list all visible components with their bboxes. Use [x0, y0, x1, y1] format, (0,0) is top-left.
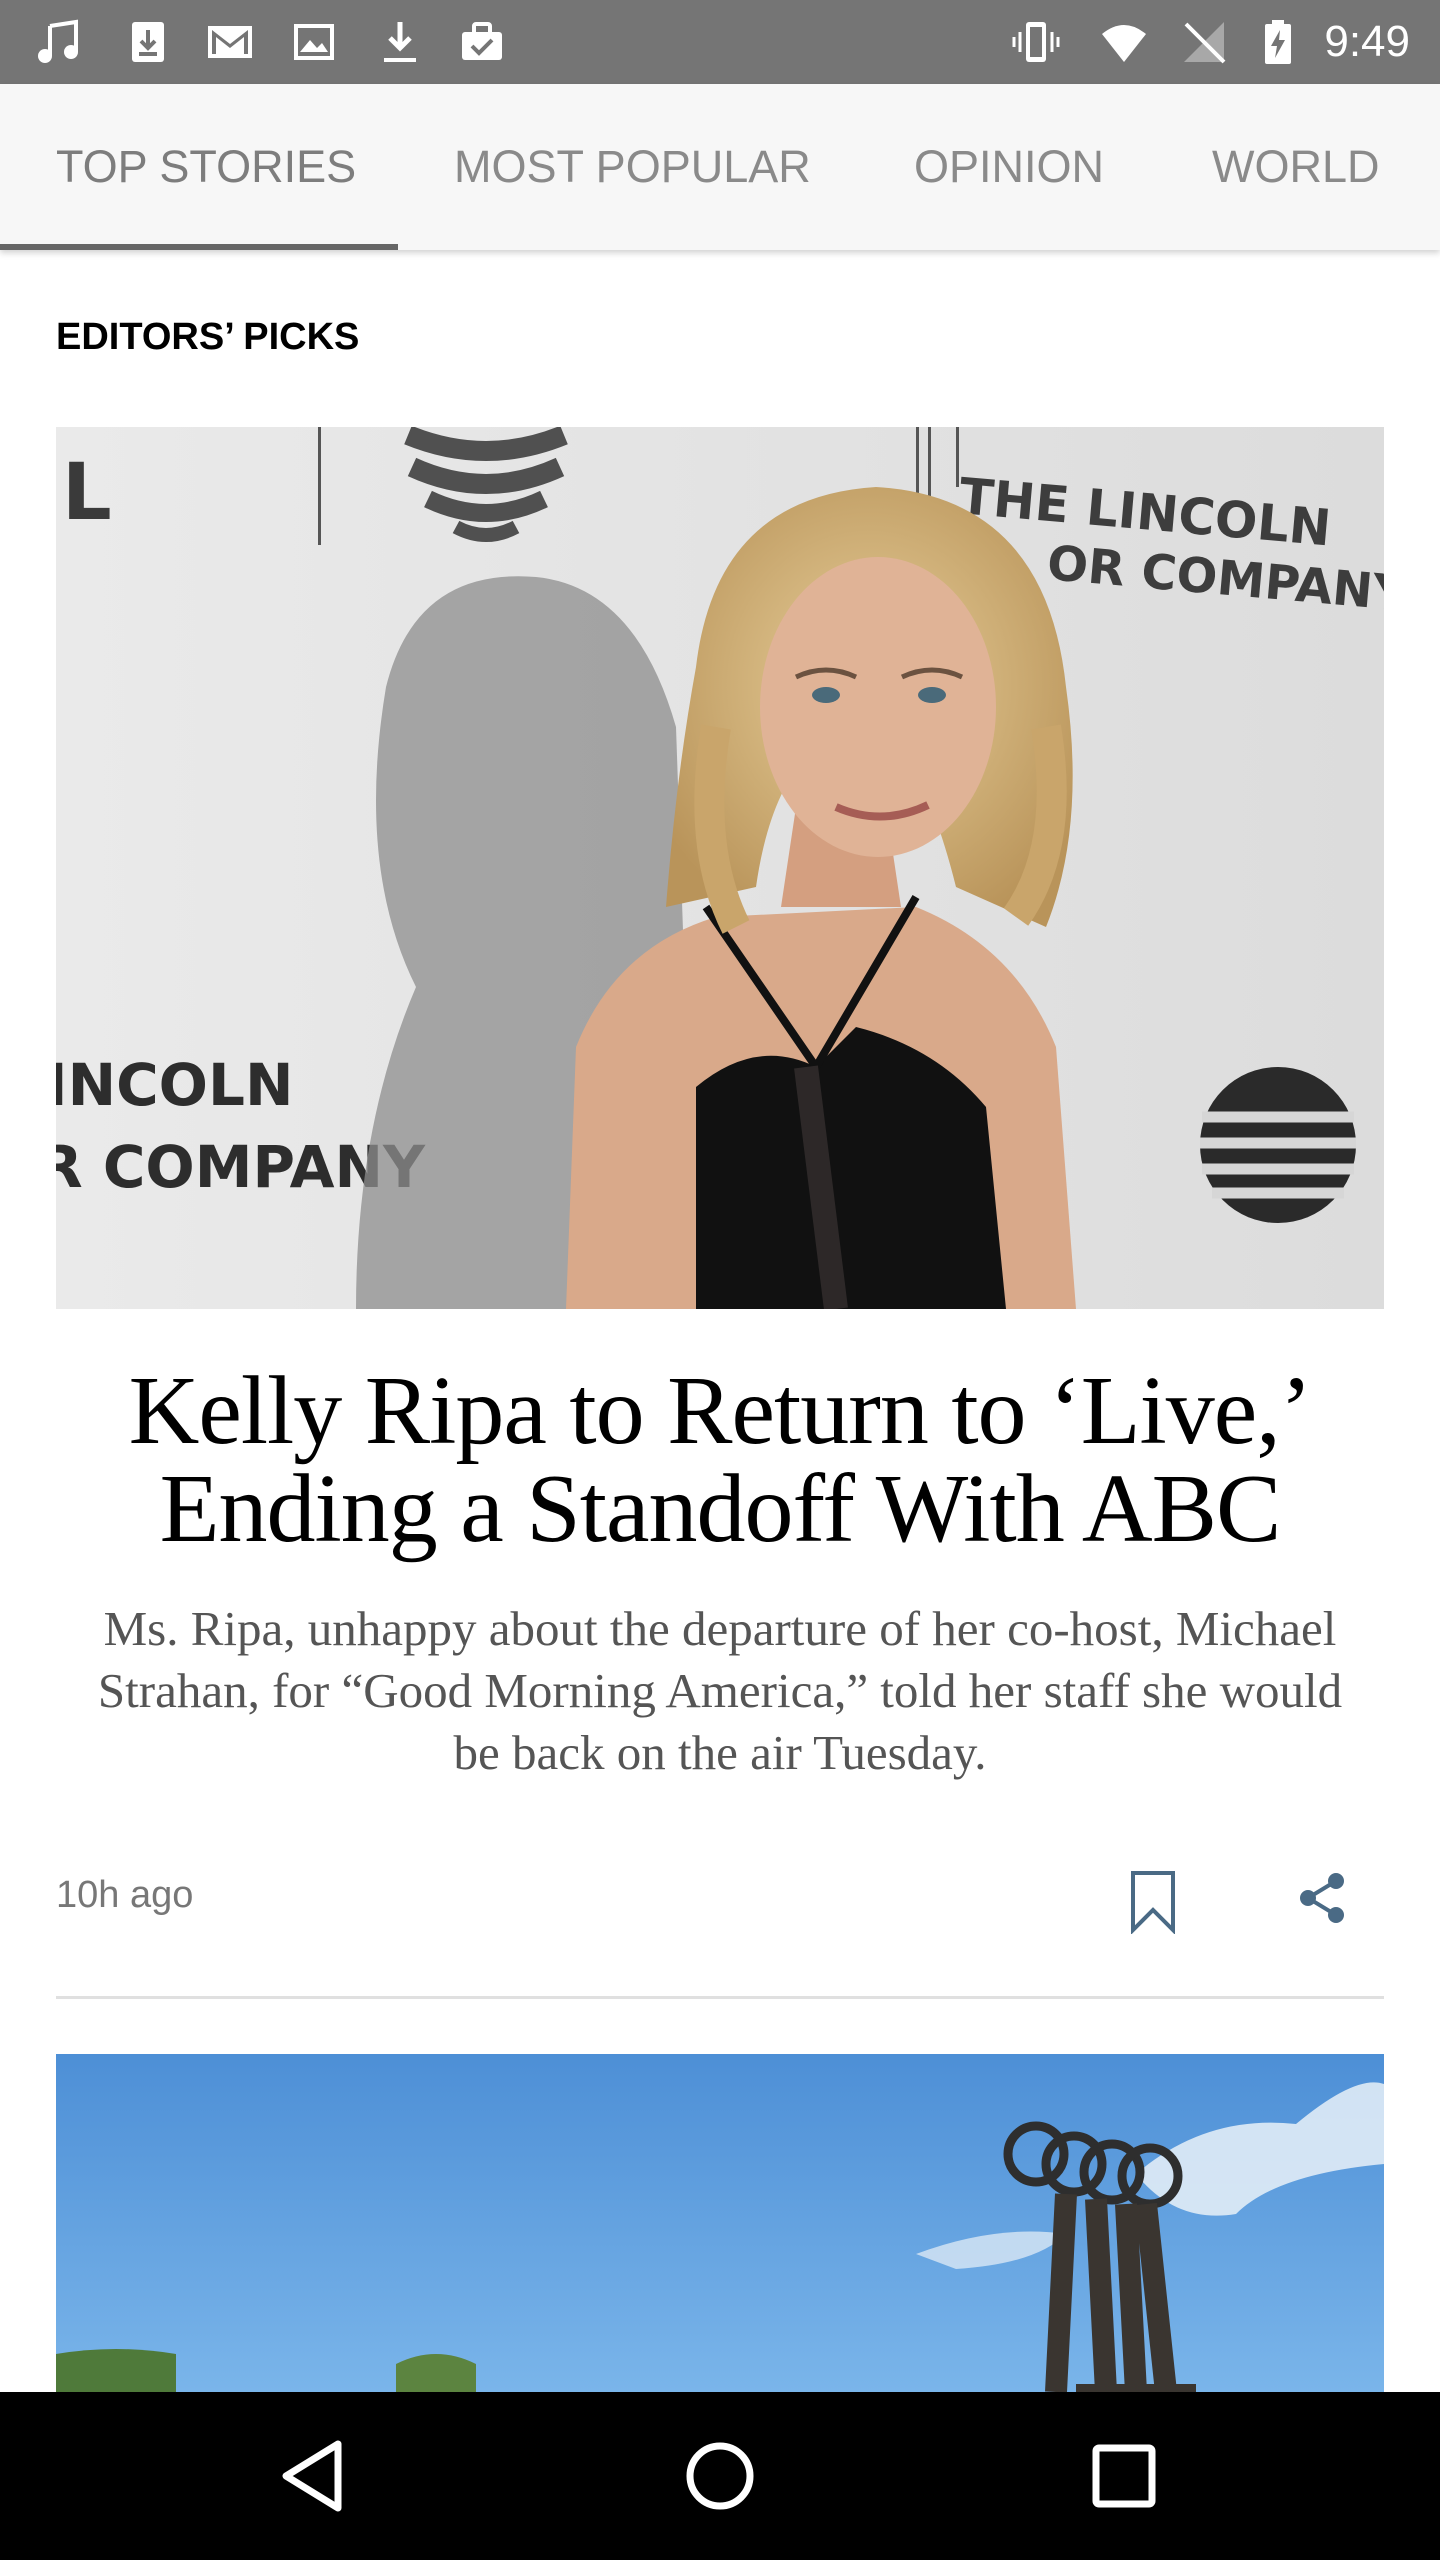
section-label: EDITORS’ PICKS	[56, 316, 360, 358]
music-icon	[38, 19, 78, 63]
no-signal-icon	[1184, 22, 1226, 64]
battery-charging-icon	[1265, 20, 1291, 64]
download-icon	[384, 22, 416, 62]
att-logo-right	[1200, 1067, 1356, 1223]
wifi-icon	[1102, 25, 1146, 62]
vibrate-icon	[1012, 22, 1060, 62]
back-icon[interactable]	[272, 2432, 360, 2520]
briefcase-check-icon	[462, 22, 502, 60]
system-navigation-bar	[0, 2392, 1440, 2560]
section-tab-bar: TOP STORIES MOST POPULAR OPINION WORLD	[0, 84, 1440, 250]
article-timestamp: 10h ago	[56, 1874, 194, 1916]
home-icon[interactable]	[676, 2432, 764, 2520]
share-icon[interactable]	[1296, 1872, 1348, 1924]
svg-text:INCOLN: INCOLN	[56, 1051, 294, 1119]
tab-most-popular[interactable]: MOST POPULAR	[454, 84, 811, 250]
next-article-image[interactable]	[56, 2054, 1384, 2392]
olympic-statue-photo	[56, 2054, 1384, 2392]
clock: 9:49	[1324, 17, 1410, 66]
tab-world[interactable]: WORLD	[1212, 84, 1380, 250]
article-divider	[56, 1996, 1384, 1999]
article-headline[interactable]: Kelly Ripa to Return to ‘Live,’ Ending a…	[56, 1362, 1384, 1558]
article-image[interactable]: L THE LINCOLN OR COMPANY INCOLN R COMPAN…	[56, 427, 1384, 1309]
bookmark-icon[interactable]	[1128, 1870, 1178, 1934]
image-icon	[294, 24, 334, 60]
article-photo: L THE LINCOLN OR COMPANY INCOLN R COMPAN…	[56, 427, 1384, 1309]
article-summary[interactable]: Ms. Ripa, unhappy about the departure of…	[80, 1598, 1360, 1784]
tab-opinion[interactable]: OPINION	[914, 84, 1104, 250]
svg-text:L: L	[62, 448, 112, 538]
tab-top-stories[interactable]: TOP STORIES	[56, 84, 356, 250]
active-tab-indicator	[0, 244, 398, 250]
recents-icon[interactable]	[1080, 2432, 1168, 2520]
status-bar: 9:49	[0, 0, 1440, 84]
download-box-icon	[132, 22, 164, 62]
gmail-icon	[208, 26, 252, 58]
